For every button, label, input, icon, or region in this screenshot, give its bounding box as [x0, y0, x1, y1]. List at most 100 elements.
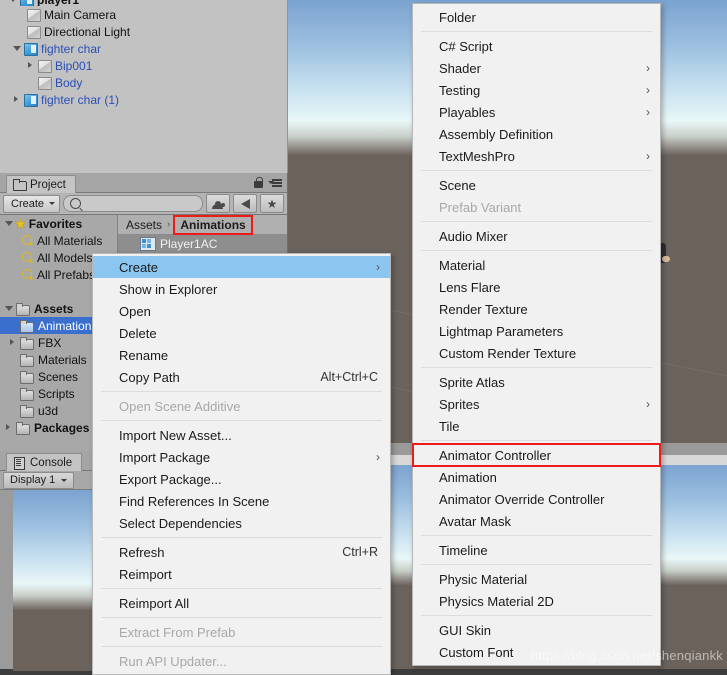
chevron-down-icon[interactable] — [4, 303, 15, 314]
tree-item-label: All Prefabs — [37, 267, 96, 282]
tree-item-favorites[interactable]: ★ Favorites — [0, 215, 117, 232]
menu-item-sprite-atlas[interactable]: Sprite Atlas — [413, 371, 660, 393]
menu-item-rename[interactable]: Rename — [93, 344, 390, 366]
chevron-down-icon[interactable] — [4, 218, 15, 229]
menu-separator — [421, 170, 652, 171]
menu-item-label: Refresh — [119, 544, 165, 560]
menu-item-folder[interactable]: Folder — [413, 6, 660, 28]
menu-item-animator-controller[interactable]: Animator Controller — [412, 443, 661, 467]
menu-item-refresh[interactable]: Refresh Ctrl+R — [93, 541, 390, 563]
hierarchy-row-main-camera[interactable]: Main Camera — [0, 6, 287, 23]
chevron-right-icon[interactable] — [12, 94, 23, 105]
tree-item-label: Scenes — [38, 369, 79, 384]
character-hand — [662, 256, 670, 262]
menu-item-import-package[interactable]: Import Package › — [93, 446, 390, 468]
chevron-right-icon[interactable] — [26, 60, 37, 71]
breadcrumb-current[interactable]: Animations — [173, 214, 253, 235]
hierarchy-item-label: Body — [55, 75, 83, 90]
display-dropdown[interactable]: Display 1 — [3, 471, 75, 489]
menu-item-delete[interactable]: Delete — [93, 322, 390, 344]
chevron-right-icon[interactable] — [4, 422, 15, 433]
hierarchy-panel[interactable]: player1 Main Camera Directional Light fi… — [0, 0, 288, 173]
avatar-filter-icon[interactable] — [206, 194, 230, 213]
menu-item-import-new-asset[interactable]: Import New Asset... — [93, 424, 390, 446]
hierarchy-item-label: Main Camera — [44, 7, 117, 22]
create-submenu[interactable]: Folder C# Script Shader › Testing › Play… — [412, 3, 661, 666]
breadcrumb-root[interactable]: Assets — [126, 218, 162, 232]
menu-item-physics-material-2d[interactable]: Physics Material 2D — [413, 590, 660, 612]
menu-item-testing[interactable]: Testing › — [413, 79, 660, 101]
menu-separator — [101, 391, 382, 392]
asset-item-player1ac[interactable]: Player1AC — [118, 235, 287, 253]
menu-item-audio-mixer[interactable]: Audio Mixer — [413, 225, 660, 247]
chevron-right-icon: › — [646, 105, 650, 119]
menu-item-open[interactable]: Open — [93, 300, 390, 322]
menu-item-textmeshpro[interactable]: TextMeshPro › — [413, 145, 660, 167]
search-icon — [20, 268, 34, 281]
menu-item-playables[interactable]: Playables › — [413, 101, 660, 123]
menu-item-scene[interactable]: Scene — [413, 174, 660, 196]
menu-item-copy-path[interactable]: Copy Path Alt+Ctrl+C — [93, 366, 390, 388]
menu-item-label: Physics Material 2D — [439, 593, 554, 609]
menu-item-avatar-mask[interactable]: Avatar Mask — [413, 510, 660, 532]
hierarchy-row-player1[interactable]: player1 — [0, 0, 287, 6]
chevron-right-icon[interactable] — [8, 337, 19, 348]
tab-console[interactable]: Console — [6, 453, 83, 471]
chevron-down-icon[interactable] — [8, 0, 19, 5]
menu-item-label: Material — [439, 257, 486, 273]
menu-item-animator-override-controller[interactable]: Animator Override Controller — [413, 488, 660, 510]
menu-item-lens-flare[interactable]: Lens Flare — [413, 276, 660, 298]
search-icon — [20, 251, 34, 264]
panel-menu-icon[interactable] — [268, 179, 282, 187]
menu-item-sprites[interactable]: Sprites › — [413, 393, 660, 415]
tree-item-all-materials[interactable]: All Materials — [0, 232, 117, 249]
create-button[interactable]: Create — [3, 194, 61, 213]
hierarchy-row-body[interactable]: Body — [0, 74, 287, 91]
menu-item-label: Custom Render Texture — [439, 345, 577, 361]
menu-item-physic-material[interactable]: Physic Material — [413, 568, 660, 590]
menu-item-export-package[interactable]: Export Package... — [93, 468, 390, 490]
menu-item-csharp-script[interactable]: C# Script — [413, 35, 660, 57]
menu-item-select-dependencies[interactable]: Select Dependencies — [93, 512, 390, 534]
search-input[interactable] — [63, 195, 203, 212]
hierarchy-row-directional-light[interactable]: Directional Light — [0, 23, 287, 40]
favorite-star-icon[interactable]: ★ — [260, 194, 284, 213]
menu-item-shader[interactable]: Shader › — [413, 57, 660, 79]
menu-item-reimport[interactable]: Reimport — [93, 563, 390, 585]
menu-item-show-in-explorer[interactable]: Show in Explorer — [93, 278, 390, 300]
menu-item-extract-from-prefab: Extract From Prefab — [93, 621, 390, 643]
menu-item-timeline[interactable]: Timeline — [413, 539, 660, 561]
menu-item-reimport-all[interactable]: Reimport All — [93, 592, 390, 614]
label-filter-icon[interactable] — [233, 194, 257, 213]
menu-item-create[interactable]: Create › — [93, 256, 390, 278]
asset-context-menu[interactable]: Create › Show in Explorer Open Delete Re… — [92, 253, 391, 675]
folder-icon — [19, 319, 34, 333]
tree-item-label: Packages — [34, 420, 90, 435]
menu-item-label: Animation — [439, 469, 497, 485]
menu-item-custom-render-texture[interactable]: Custom Render Texture — [413, 342, 660, 364]
menu-item-shortcut: Alt+Ctrl+C — [320, 370, 378, 384]
menu-separator — [101, 617, 382, 618]
menu-item-gui-skin[interactable]: GUI Skin — [413, 619, 660, 641]
menu-item-lightmap-parameters[interactable]: Lightmap Parameters — [413, 320, 660, 342]
menu-item-label: Open Scene Additive — [119, 398, 241, 414]
menu-item-animation[interactable]: Animation — [413, 466, 660, 488]
tab-project[interactable]: Project — [6, 175, 76, 193]
menu-item-render-texture[interactable]: Render Texture — [413, 298, 660, 320]
menu-item-tile[interactable]: Tile — [413, 415, 660, 437]
hierarchy-row-fighter-char[interactable]: fighter char — [0, 40, 287, 57]
hierarchy-row-fighter-char-1[interactable]: fighter char (1) — [0, 91, 287, 108]
menu-item-assembly-definition[interactable]: Assembly Definition — [413, 123, 660, 145]
hierarchy-row-bip001[interactable]: Bip001 — [0, 57, 287, 74]
watermark: https://blog.csdn.net/shenqiankk — [530, 648, 723, 663]
menu-item-material[interactable]: Material — [413, 254, 660, 276]
menu-separator — [421, 367, 652, 368]
tree-item-label: Assets — [34, 301, 74, 316]
star-icon: ★ — [15, 216, 26, 231]
menu-item-label: Tile — [439, 418, 460, 434]
prefab-icon — [23, 42, 38, 56]
menu-item-find-references-in-scene[interactable]: Find References In Scene — [93, 490, 390, 512]
chevron-down-icon[interactable] — [12, 43, 23, 54]
menu-item-label: Animator Controller — [439, 447, 551, 463]
lock-icon[interactable] — [254, 177, 263, 188]
